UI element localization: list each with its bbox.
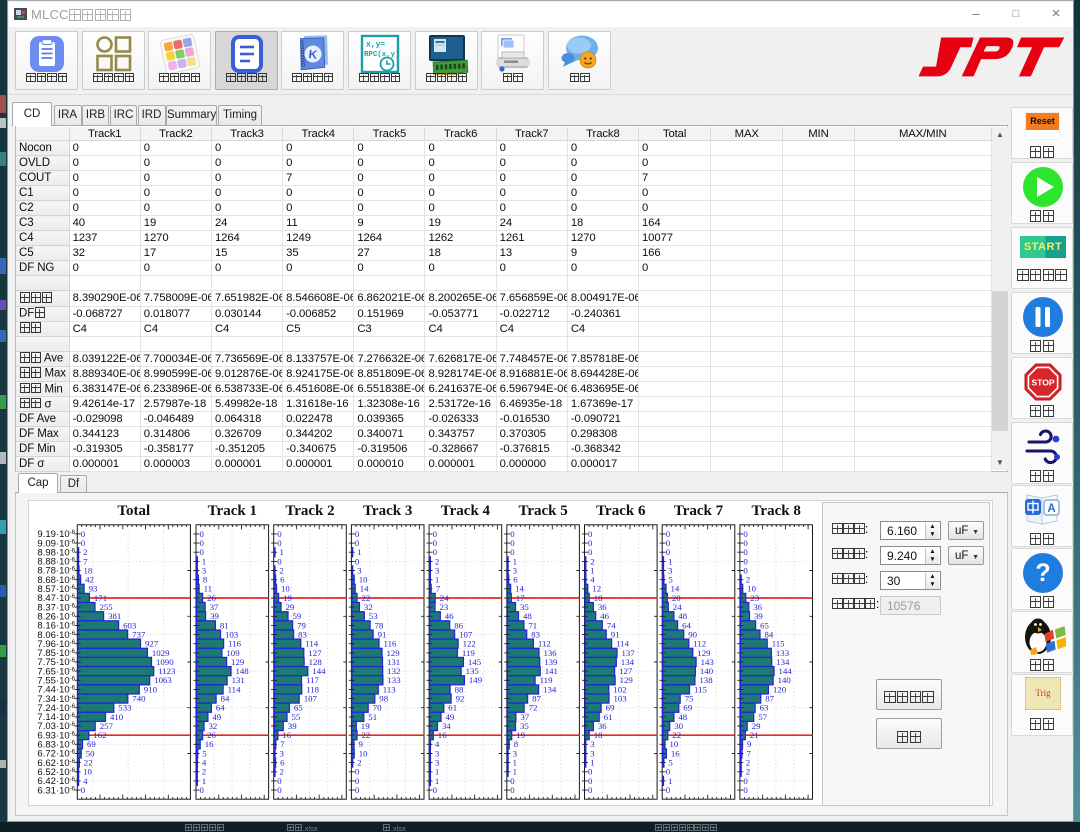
svg-text:46: 46: [445, 611, 454, 621]
svg-text:Track 3: Track 3: [363, 503, 412, 519]
svg-text:0: 0: [355, 785, 360, 795]
svg-text:0: 0: [277, 785, 282, 795]
svg-text:39: 39: [210, 611, 219, 621]
svg-text:0: 0: [81, 785, 86, 795]
svg-text:737: 737: [132, 630, 146, 640]
svg-text:Track 5: Track 5: [518, 503, 567, 519]
svg-text:381: 381: [108, 611, 121, 621]
svg-text:Total: Total: [117, 503, 150, 519]
svg-text:103: 103: [614, 694, 628, 704]
svg-text:0: 0: [433, 785, 438, 795]
svg-text:51: 51: [368, 712, 377, 722]
svg-text:740: 740: [132, 694, 146, 704]
svg-text:Track 8: Track 8: [752, 503, 801, 519]
svg-text:134: 134: [543, 684, 557, 694]
svg-text:910: 910: [144, 684, 158, 694]
svg-text:6.31·10-6: 6.31·10-6: [37, 785, 75, 796]
svg-text:Track 1: Track 1: [208, 503, 257, 519]
svg-text:149: 149: [469, 675, 483, 685]
svg-text:107: 107: [304, 694, 318, 704]
svg-text:?: ?: [1035, 559, 1050, 587]
svg-text:120: 120: [773, 684, 787, 694]
svg-text:Track 7: Track 7: [674, 503, 724, 519]
svg-text:RPC(x,y): RPC(x,y): [364, 51, 399, 59]
svg-text:18: 18: [594, 730, 603, 740]
svg-text:A: A: [1047, 503, 1055, 515]
svg-text:STOP: STOP: [1031, 378, 1055, 388]
svg-text:0: 0: [200, 785, 205, 795]
svg-text:x,y=: x,y=: [366, 41, 385, 50]
svg-text:K: K: [307, 47, 317, 62]
svg-text:Track 4: Track 4: [441, 503, 491, 519]
svg-text:Track 2: Track 2: [285, 503, 334, 519]
svg-text:0: 0: [588, 785, 593, 795]
svg-text:0: 0: [743, 785, 748, 795]
svg-text:Track 6: Track 6: [596, 503, 646, 519]
svg-text:114: 114: [228, 684, 241, 694]
svg-text:72: 72: [529, 703, 538, 713]
svg-text:0: 0: [510, 785, 515, 795]
svg-text:115: 115: [694, 684, 707, 694]
svg-text:0: 0: [666, 785, 671, 795]
